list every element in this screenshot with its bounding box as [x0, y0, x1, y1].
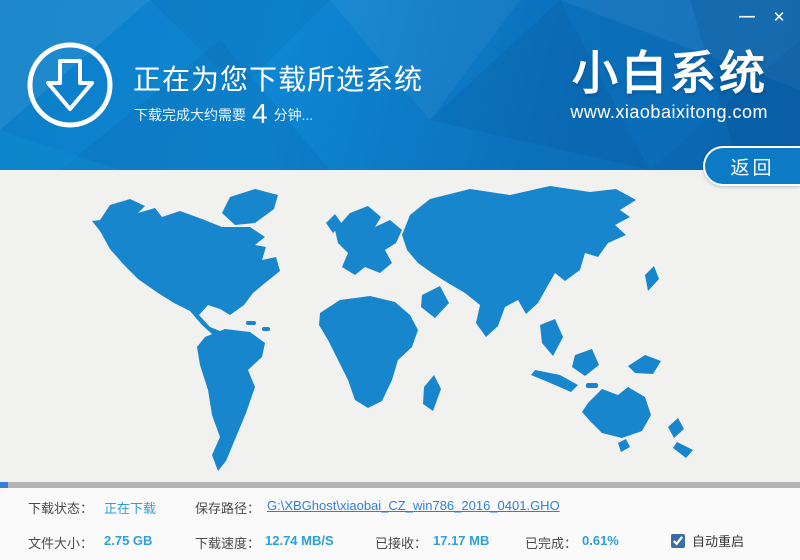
world-map-area — [0, 170, 800, 482]
download-status-label: 下载状态： — [28, 498, 93, 517]
brand-url: www.xiaobaixitong.com — [570, 102, 768, 123]
app-window: — ✕ 正在为您下载所选系统 下载完成大约需要 4 分钟... 小白系统 www… — [0, 0, 800, 560]
back-button[interactable]: 返回 — [703, 146, 800, 186]
auto-restart-option[interactable]: 自动重启 — [671, 531, 744, 550]
eta-minutes: 4 — [252, 103, 268, 125]
save-path-label: 保存路径： — [195, 498, 260, 517]
auto-restart-checkbox[interactable] — [671, 534, 685, 548]
eta-prefix: 下载完成大约需要 — [134, 105, 246, 125]
page-title: 正在为您下载所选系统 — [133, 58, 423, 98]
close-button[interactable]: ✕ — [766, 6, 792, 28]
save-path-link[interactable]: G:\XBGhost\xiaobai_CZ_win786_2016_0401.G… — [267, 498, 560, 513]
received-value: 17.17 MB — [433, 533, 489, 548]
world-map — [50, 175, 750, 480]
minimize-button[interactable]: — — [734, 6, 760, 28]
eta-suffix: 分钟... — [274, 105, 314, 125]
status-panel: 下载状态： 正在下载 保存路径： G:\XBGhost\xiaobai_CZ_w… — [0, 488, 800, 560]
brand-block: 小白系统 www.xiaobaixitong.com — [570, 48, 768, 123]
file-size-label: 文件大小： — [28, 533, 93, 552]
speed-value: 12.74 MB/S — [265, 533, 334, 548]
download-status-value: 正在下载 — [104, 498, 156, 517]
brand-logo: 小白系统 — [570, 48, 768, 98]
header: — ✕ 正在为您下载所选系统 下载完成大约需要 4 分钟... 小白系统 www… — [0, 0, 800, 170]
auto-restart-label: 自动重启 — [692, 531, 744, 550]
speed-label: 下载速度： — [195, 533, 260, 552]
completed-value: 0.61% — [582, 533, 619, 548]
file-size-value: 2.75 GB — [104, 533, 152, 548]
received-label: 已接收： — [375, 533, 427, 552]
completed-label: 已完成： — [525, 533, 577, 552]
download-icon — [26, 41, 114, 129]
eta-text: 下载完成大约需要 4 分钟... — [134, 103, 313, 125]
